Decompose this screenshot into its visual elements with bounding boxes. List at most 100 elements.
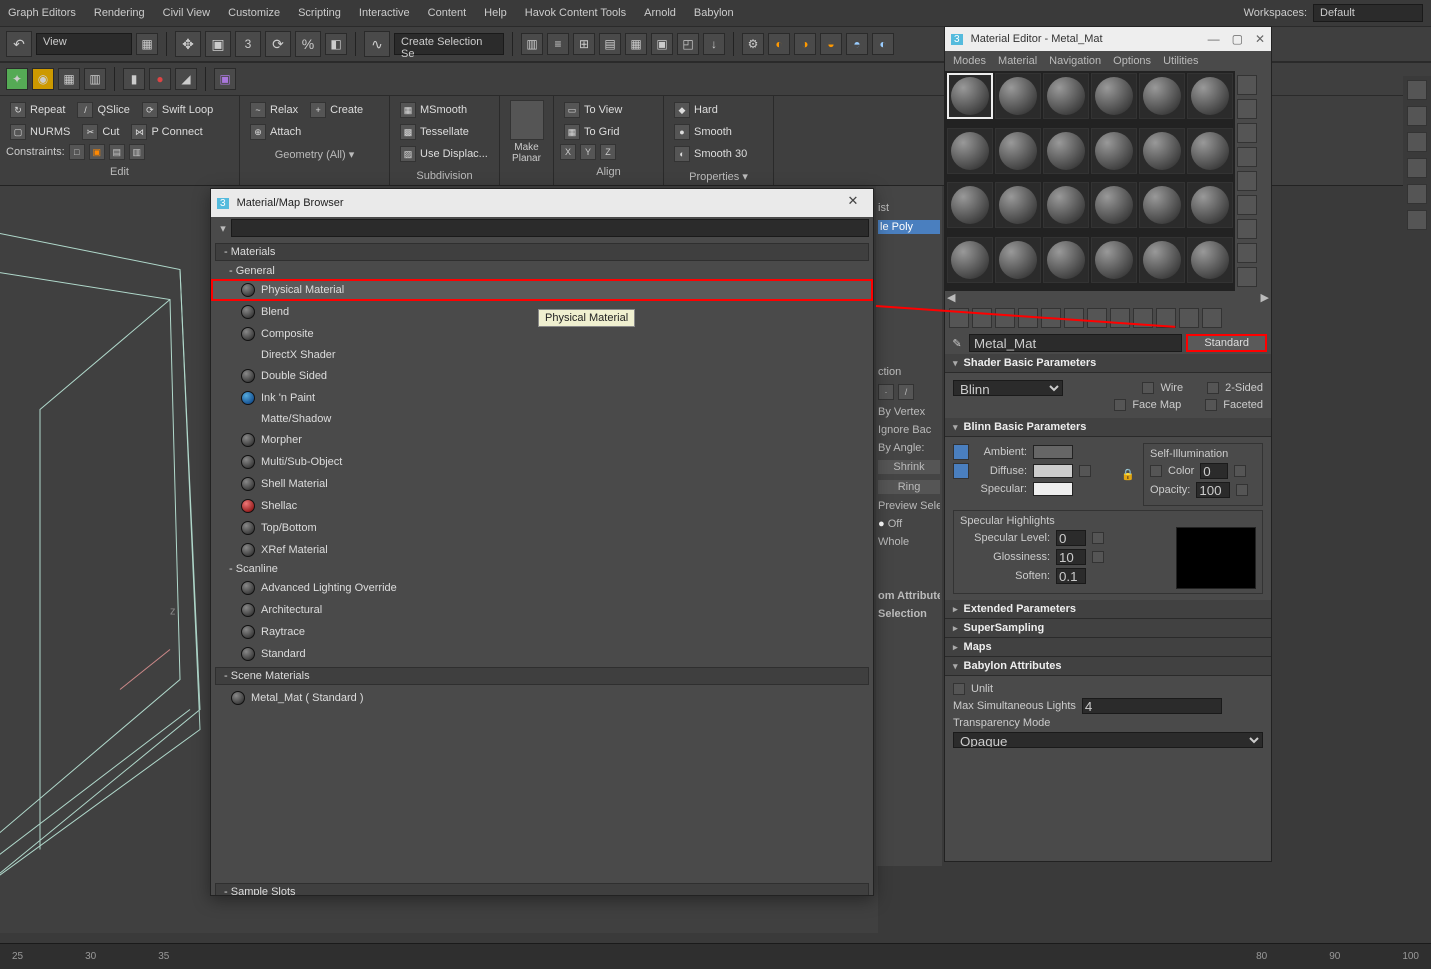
sample-slot-1[interactable] [947,73,993,119]
faceted-checkbox[interactable] [1205,399,1217,411]
general-header[interactable]: - General [211,263,873,279]
search-dropdown-icon[interactable]: ▾ [215,222,231,235]
sample-slot-12[interactable] [1187,128,1233,174]
constraint-face-icon[interactable]: ▤ [109,144,125,160]
shader-basic-rollup[interactable]: ▾Shader Basic Parameters [945,354,1271,373]
use-displac-button[interactable]: ▨Use Displac... [396,144,493,164]
smooth30-button[interactable]: ◐Smooth 30 [670,144,767,164]
sample-slot-14[interactable] [995,182,1041,228]
menu-interactive[interactable]: Interactive [359,7,410,19]
material-effects-icon[interactable] [1110,308,1130,328]
lock-icon[interactable]: 🔒 [1121,468,1135,482]
snap-icon[interactable]: % [295,31,321,57]
sample-slot-13[interactable] [947,182,993,228]
assign-selection-icon[interactable] [995,308,1015,328]
constraint-normal-icon[interactable]: ▥ [129,144,145,160]
sample-slot-23[interactable] [1139,237,1185,283]
sample-slot-10[interactable] [1091,128,1137,174]
sample-slot-20[interactable] [995,237,1041,283]
close-icon[interactable]: ✕ [1255,32,1265,46]
material-name-input[interactable] [969,334,1182,352]
t2[interactable]: ≡ [547,33,569,55]
st4[interactable]: ▥ [84,68,106,90]
menu-help[interactable]: Help [484,7,507,19]
teapot-icon[interactable]: ◐ [768,33,790,55]
t8[interactable]: ↓ [703,33,725,55]
st6[interactable]: ● [149,68,171,90]
constraint-edge-icon[interactable]: ▣ [89,144,105,160]
item-architectural[interactable]: Architectural [211,599,873,621]
msmooth-button[interactable]: ▦MSmooth [396,100,493,120]
select-icon[interactable]: ▣ [205,31,231,57]
max-lights-value[interactable] [1082,698,1222,714]
teapot2-icon[interactable]: ◑ [794,33,816,55]
st8[interactable]: ▣ [214,68,236,90]
transparency-select[interactable]: Opaque [953,732,1263,748]
browser-search-input[interactable] [231,219,869,237]
menu-havok[interactable]: Havok Content Tools [525,7,626,19]
sample-slot-9[interactable] [1043,128,1089,174]
st7[interactable]: ◢ [175,68,197,90]
tessellate-button[interactable]: ▩Tessellate [396,122,493,142]
sample-slot-2[interactable] [995,73,1041,119]
minimize-icon[interactable]: — [1208,32,1220,46]
qslice-button[interactable]: /QSlice [73,100,133,120]
cut-button[interactable]: ✂Cut [78,122,123,142]
to-grid-button[interactable]: ▦To Grid [560,122,657,142]
backlight-icon[interactable] [1237,99,1257,119]
extended-params-rollup[interactable]: ▸Extended Parameters [945,600,1271,619]
menu-rendering[interactable]: Rendering [94,7,145,19]
motion-tab-icon[interactable] [1407,158,1427,178]
smooth-button[interactable]: ●Smooth [670,122,767,142]
sliver-off[interactable]: Off [888,518,902,530]
item-matte-shadow[interactable]: Matte/Shadow [211,409,873,429]
sample-slot-6[interactable] [1187,73,1233,119]
scroll-right-icon[interactable]: ▶ [1261,291,1269,304]
sample-slot-5[interactable] [1139,73,1185,119]
spec-level-map-btn[interactable] [1092,532,1104,544]
sample-slot-15[interactable] [1043,182,1089,228]
sliver-ignore-bac[interactable]: Ignore Bac [878,424,940,436]
shader-type-select[interactable]: Blinn [953,380,1063,396]
go-parent-icon[interactable] [1179,308,1199,328]
attach-button[interactable]: ⊕Attach [246,122,305,142]
teapot3-icon[interactable]: ◒ [820,33,842,55]
item-raytrace[interactable]: Raytrace [211,621,873,643]
timeline[interactable]: 25 30 35 80 90 100 [0,943,1431,969]
create-tab-icon[interactable] [1407,80,1427,100]
sample-slot-4[interactable] [1091,73,1137,119]
item-adv-lighting[interactable]: Advanced Lighting Override [211,577,873,599]
sliver-editable-poly[interactable]: le Poly [878,220,940,234]
display-tab-icon[interactable] [1407,184,1427,204]
ambient-swatch[interactable] [1033,445,1073,459]
t7[interactable]: ◰ [677,33,699,55]
self-illum-map-btn[interactable] [1234,465,1246,477]
scanline-header[interactable]: - Scanline [211,561,873,577]
render-setup-icon[interactable]: ⚙ [742,33,764,55]
self-illum-color-checkbox[interactable] [1150,465,1162,477]
glossiness-map-btn[interactable] [1092,551,1104,563]
diffuse-lock-icon[interactable] [953,463,969,479]
sample-type-icon[interactable] [1237,75,1257,95]
opacity-map-btn[interactable] [1236,484,1248,496]
self-illum-value[interactable] [1200,463,1228,479]
spec-level-value[interactable] [1056,530,1086,546]
teapot5-icon[interactable]: ◐ [872,33,894,55]
sample-slot-11[interactable] [1139,128,1185,174]
scene-materials-header[interactable]: - Scene Materials [215,667,869,685]
item-standard[interactable]: Standard [211,643,873,665]
repeat-button[interactable]: ↻Repeat [6,100,69,120]
scale-icon[interactable]: ⟳ [265,31,291,57]
me-menu-utilities[interactable]: Utilities [1163,55,1198,67]
soften-value[interactable] [1056,568,1086,584]
align-x-button[interactable]: X [560,144,576,160]
make-planar-icon[interactable] [510,100,544,140]
sample-slot-21[interactable] [1043,237,1089,283]
material-type-button[interactable]: Standard [1186,334,1267,352]
menu-graph-editors[interactable]: Graph Editors [8,7,76,19]
blinn-basic-rollup[interactable]: ▾Blinn Basic Parameters [945,418,1271,437]
teapot4-icon[interactable]: ◓ [846,33,868,55]
move-icon[interactable]: ✥ [175,31,201,57]
nurms-button[interactable]: ▢NURMS [6,122,74,142]
item-directx-shader[interactable]: DirectX Shader [211,345,873,365]
